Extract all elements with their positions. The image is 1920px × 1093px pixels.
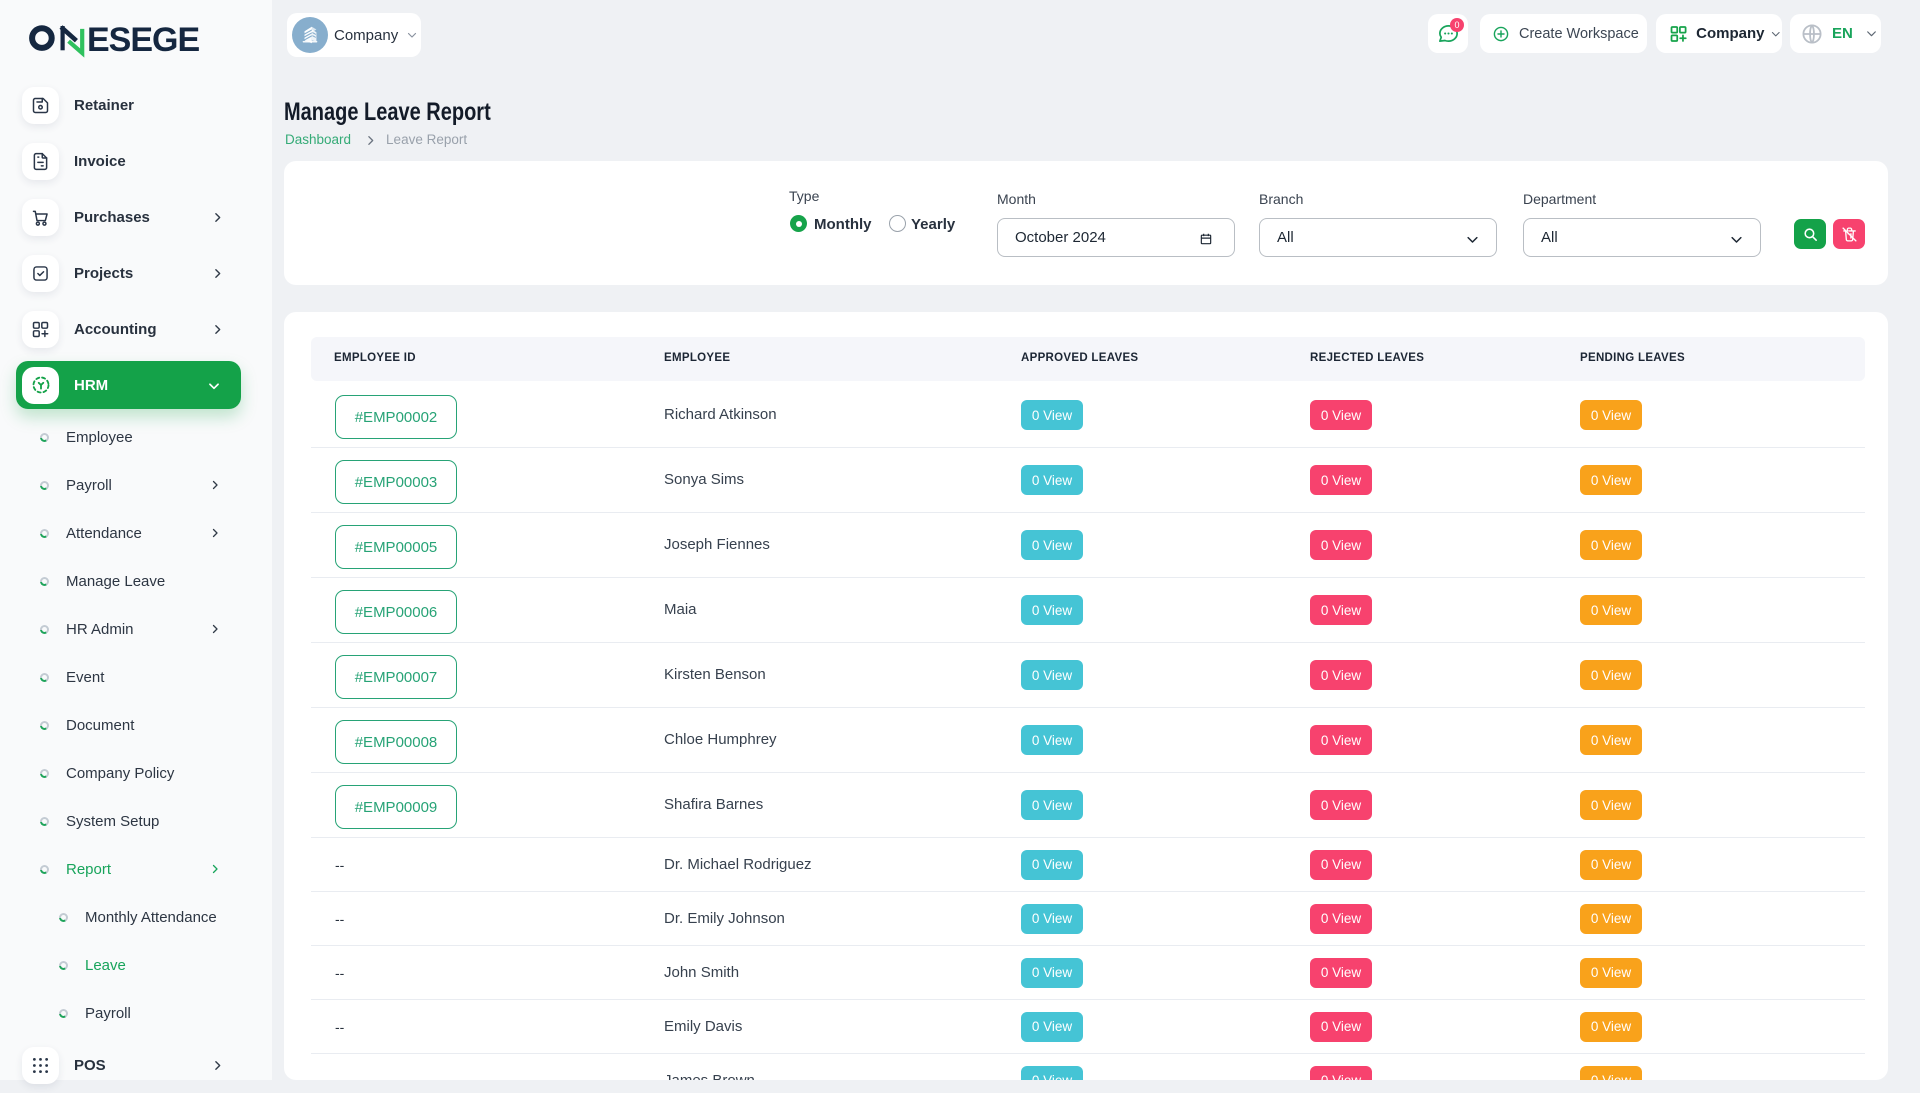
svg-text:ESEGE: ESEGE: [87, 21, 199, 59]
